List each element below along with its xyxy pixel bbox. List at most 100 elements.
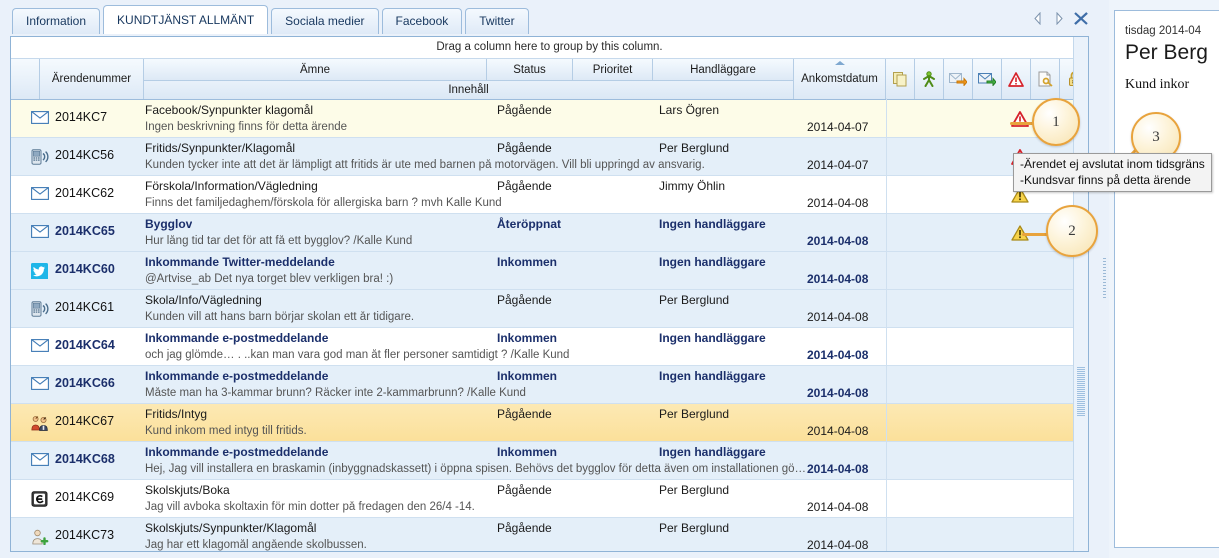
scrollbar-thumb[interactable] bbox=[1077, 367, 1085, 417]
cell-status: Återöppnat bbox=[497, 217, 561, 231]
cell-ankomstdatum: 2014-04-08 bbox=[807, 538, 869, 552]
cell-ankomstdatum: 2014-04-08 bbox=[807, 386, 869, 400]
cell-amne: Inkommande e-postmeddelande bbox=[145, 331, 329, 345]
cell-innehall: @Artvise_ab Det nya torget blev verklige… bbox=[145, 273, 394, 285]
envelope-icon bbox=[31, 339, 49, 355]
cell-status: Pågående bbox=[497, 407, 552, 421]
header-person-col[interactable] bbox=[915, 59, 944, 99]
copy-documents-icon bbox=[892, 71, 908, 87]
header-handlaggare[interactable]: Handläggare bbox=[653, 59, 794, 81]
table-row[interactable]: 2014KC66 Inkommande e-postmeddelande Måste… bbox=[11, 366, 1088, 404]
header-copy-documents-col[interactable] bbox=[886, 59, 915, 99]
add-person-icon bbox=[31, 529, 49, 545]
table-row[interactable]: 2014KC60 Inkommande Twitter-meddelande @Ar… bbox=[11, 252, 1088, 290]
next-arrow-icon[interactable] bbox=[1053, 12, 1065, 25]
cell-status: Inkommen bbox=[497, 331, 558, 345]
cell-arendenummer: 2014KC67 bbox=[55, 414, 115, 428]
header-document-key-col[interactable] bbox=[1031, 59, 1060, 99]
grid-rows: 2014KC7 Facebook/Synpunkter klagomål Ingen… bbox=[11, 100, 1088, 552]
cell-amne: Skolskjuts/Synpunkter/Klagomål bbox=[145, 521, 317, 535]
cell-innehall: Kunden vill att hans barn börjar skolan … bbox=[145, 311, 415, 323]
red-warning-triangle-icon bbox=[1008, 71, 1024, 87]
header-amne[interactable]: Ämne bbox=[144, 59, 487, 81]
cell-ankomstdatum: 2014-04-08 bbox=[807, 348, 869, 362]
cell-amne: Inkommande e-postmeddelande bbox=[145, 369, 329, 383]
cell-innehall: Hur lång tid tar det för att få ett bygg… bbox=[145, 235, 413, 247]
tab-facebook[interactable]: Facebook bbox=[381, 8, 463, 34]
header-answered-mail-col[interactable] bbox=[973, 59, 1002, 99]
cell-amne: Fritids/Intyg bbox=[145, 407, 208, 421]
cell-arendenummer: 2014KC65 bbox=[55, 224, 115, 238]
table-row[interactable]: 2014KC67 Fritids/Intyg Kund inkom med inty… bbox=[11, 404, 1088, 442]
people-group-icon bbox=[31, 415, 49, 431]
header-status[interactable]: Status bbox=[487, 59, 573, 81]
table-row[interactable]: 2014KC7 Facebook/Synpunkter klagomål Ingen… bbox=[11, 100, 1088, 138]
tab-label: Sociala medier bbox=[285, 14, 365, 28]
cell-handlaggare: Ingen handläggare bbox=[659, 331, 766, 345]
main-pane: Information KUNDTJÄNST ALLMÄNT Sociala med… bbox=[0, 0, 1100, 558]
red-warning-triangle-icon[interactable] bbox=[1011, 111, 1031, 129]
sort-ascending-icon bbox=[834, 61, 845, 65]
cell-ankomstdatum: 2014-04-07 bbox=[807, 120, 869, 134]
tab-list: Information KUNDTJÄNST ALLMÄNT Sociala med… bbox=[12, 5, 532, 34]
cell-ankomstdatum: 2014-04-08 bbox=[807, 234, 869, 248]
cell-status: Pågående bbox=[497, 103, 552, 117]
tab-label: Facebook bbox=[395, 14, 449, 28]
detail-date: tisdag 2014-04 bbox=[1125, 25, 1202, 37]
splitter-grip[interactable] bbox=[1103, 258, 1106, 300]
callout-1-number: 1 bbox=[1052, 113, 1060, 130]
table-row[interactable]: 2014KC62 Förskola/Information/Vägledning F… bbox=[11, 176, 1088, 214]
envelope-icon bbox=[31, 187, 49, 203]
header-select-col bbox=[11, 59, 40, 99]
header-innehall[interactable]: Innehåll bbox=[144, 81, 794, 99]
cell-handlaggare: Ingen handläggare bbox=[659, 445, 766, 459]
tab-sociala-medier[interactable]: Sociala medier bbox=[271, 8, 379, 34]
table-row[interactable]: 2014KC64 Inkommande e-postmeddelande och j… bbox=[11, 328, 1088, 366]
cell-handlaggare: Ingen handläggare bbox=[659, 369, 766, 383]
window-nav-buttons bbox=[1032, 12, 1088, 25]
detail-subtitle: Kund inkor bbox=[1125, 77, 1190, 92]
pane-splitter[interactable] bbox=[1100, 0, 1109, 558]
cell-arendenummer: 2014KC64 bbox=[55, 338, 115, 352]
envelope-icon bbox=[31, 225, 49, 241]
cell-handlaggare: Ingen handläggare bbox=[659, 255, 766, 269]
application-window: Information KUNDTJÄNST ALLMÄNT Sociala med… bbox=[0, 0, 1219, 558]
cell-status: Pågående bbox=[497, 179, 552, 193]
cell-innehall: Ingen beskrivning finns för detta ärende bbox=[145, 121, 348, 133]
cell-amne: Fritids/Synpunkter/Klagomål bbox=[145, 141, 296, 155]
close-x-icon[interactable] bbox=[1074, 12, 1088, 25]
callout-3-number: 3 bbox=[1152, 128, 1160, 145]
callout-2: 2 bbox=[1046, 205, 1098, 257]
group-by-hint[interactable]: Drag a column here to group by this colu… bbox=[11, 37, 1088, 59]
header-forward-mail-col[interactable] bbox=[944, 59, 973, 99]
header-warning-col[interactable] bbox=[1002, 59, 1031, 99]
cell-innehall: Hej, Jag vill installera en braskamin (i… bbox=[145, 463, 806, 475]
table-row[interactable]: 2014KC61 Skola/Info/Vägledning Kunden vill… bbox=[11, 290, 1088, 328]
cell-handlaggare: Per Berglund bbox=[659, 407, 730, 421]
cell-arendenummer: 2014KC7 bbox=[55, 110, 108, 124]
table-row[interactable]: 2014KC73 Skolskjuts/Synpunkter/Klagomål Ja… bbox=[11, 518, 1088, 552]
cell-ankomstdatum: 2014-04-08 bbox=[807, 196, 869, 210]
cell-innehall: Kund inkom med intyg till fritids. bbox=[145, 425, 307, 437]
table-row[interactable]: 2014KC69 Skolskjuts/Boka Jag vill avboka s… bbox=[11, 480, 1088, 518]
mobile-phone-icon bbox=[31, 149, 49, 165]
header-ankomstdatum[interactable]: Ankomstdatum bbox=[794, 59, 886, 99]
tab-twitter[interactable]: Twitter bbox=[465, 8, 529, 34]
header-arendenummer[interactable]: Ärendenummer bbox=[40, 59, 144, 99]
cell-amne: Skola/Info/Vägledning bbox=[145, 293, 262, 307]
prev-arrow-icon[interactable] bbox=[1032, 12, 1044, 25]
tab-kundtjänst-allmänt[interactable]: KUNDTJÄNST ALLMÄNT bbox=[103, 5, 269, 34]
cell-innehall: och jag glömde… . ..kan man vara god man… bbox=[145, 349, 570, 361]
cell-ankomstdatum: 2014-04-08 bbox=[807, 272, 869, 286]
header-prioritet[interactable]: Prioritet bbox=[573, 59, 653, 81]
person-green-icon bbox=[921, 71, 937, 87]
cell-amne: Bygglov bbox=[145, 217, 193, 231]
case-grid: Drag a column here to group by this colu… bbox=[10, 36, 1089, 552]
tab-information[interactable]: Information bbox=[12, 8, 101, 34]
cell-arendenummer: 2014KC62 bbox=[55, 186, 115, 200]
cell-ankomstdatum: 2014-04-08 bbox=[807, 424, 869, 438]
table-row[interactable]: 2014KC56 Fritids/Synpunkter/Klagomål Kunde… bbox=[11, 138, 1088, 176]
table-row[interactable]: 2014KC68 Inkommande e-postmeddelande Hej, … bbox=[11, 442, 1088, 480]
cell-innehall: Måste man ha 3-kammar brunn? Räcker inte… bbox=[145, 387, 526, 399]
table-row[interactable]: 2014KC65 Bygglov Hur lång tid tar det för … bbox=[11, 214, 1088, 252]
